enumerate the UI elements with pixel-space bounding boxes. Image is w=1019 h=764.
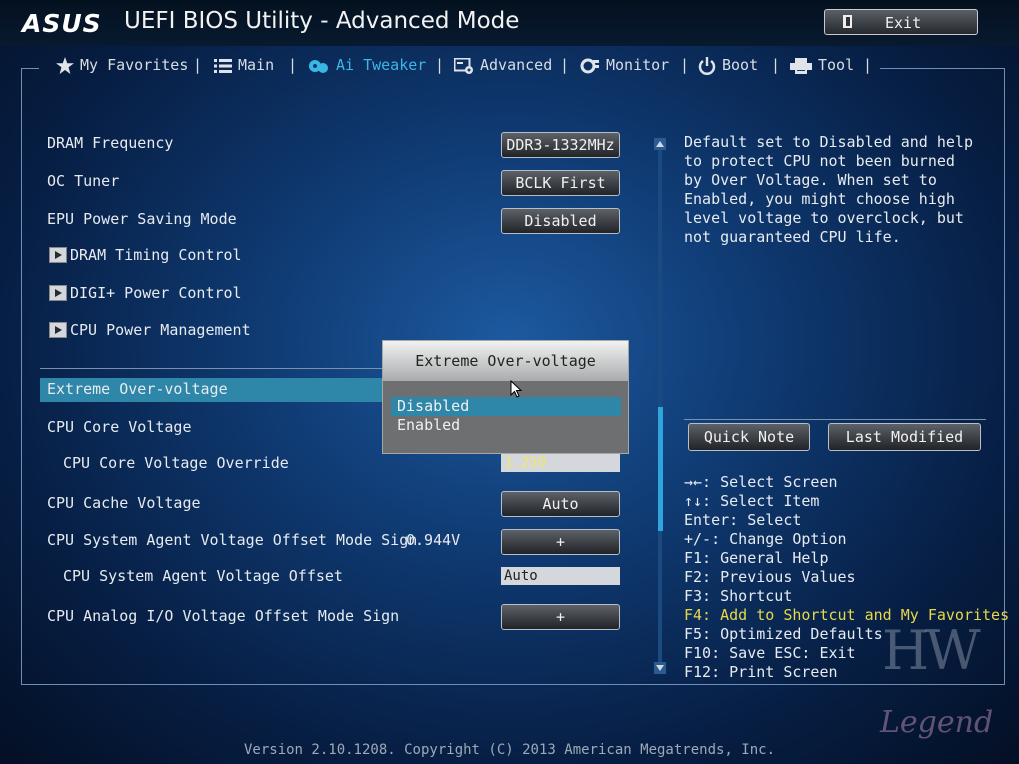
cpu-power-management-link[interactable]: CPU Power Management <box>70 321 251 339</box>
dram-frequency-button[interactable]: DDR3-1332MHz <box>501 132 620 158</box>
dram-timing-link[interactable]: DRAM Timing Control <box>70 246 242 264</box>
frame-edge <box>880 68 1005 69</box>
exit-label: Exit <box>885 14 922 32</box>
cpu-cache-voltage-label: CPU Cache Voltage <box>47 494 201 512</box>
watermark-logo: HW Legend <box>876 619 1004 755</box>
dram-frequency-label: DRAM Frequency <box>47 134 174 152</box>
tab-separator: | <box>193 56 203 74</box>
asus-logo: ASUS <box>22 9 102 38</box>
sa-offset-label: CPU System Agent Voltage Offset <box>63 567 343 585</box>
cpu-core-voltage-override-label: CPU Core Voltage Override <box>63 454 289 472</box>
submenu-arrow-icon <box>49 285 67 301</box>
version-footer: Version 2.10.1208. Copyright (C) 2013 Am… <box>243 742 775 758</box>
tab-boot[interactable]: Boot <box>698 56 758 75</box>
key-hint: F2: Previous Values <box>684 568 856 586</box>
tab-label: My Favorites <box>80 56 189 74</box>
scroll-up-icon[interactable] <box>654 138 666 150</box>
tab-label: Tool <box>818 56 855 74</box>
digi-power-link[interactable]: DIGI+ Power Control <box>70 284 242 302</box>
tab-separator: | <box>771 56 781 74</box>
help-description: Default set to Disabled and help to prot… <box>684 133 973 246</box>
printer-icon <box>790 57 812 74</box>
tab-separator: | <box>863 56 873 74</box>
watermark-hw: HW <box>882 619 981 682</box>
sa-offset-sign-button[interactable]: + <box>501 529 620 555</box>
list-icon <box>214 58 232 73</box>
right-divider <box>684 419 986 420</box>
exit-button[interactable]: Exit <box>824 9 978 35</box>
monitor-icon <box>580 58 599 73</box>
submenu-arrow-icon <box>49 247 67 263</box>
tab-separator: | <box>680 56 690 74</box>
frame-edge <box>21 68 39 69</box>
cpu-core-voltage-label: CPU Core Voltage <box>47 418 192 436</box>
popup-title: Extreme Over-voltage <box>383 341 628 381</box>
quick-note-button[interactable]: Quick Note <box>688 423 810 451</box>
title-bar: ASUS UEFI BIOS Utility - Advanced Mode E… <box>0 0 1019 46</box>
tab-separator: | <box>435 56 445 74</box>
tab-label: Main <box>238 56 275 74</box>
tweaker-icon <box>309 59 328 73</box>
popup-option-enabled[interactable]: Enabled <box>391 416 621 435</box>
scrollbar-thumb[interactable] <box>658 407 663 531</box>
key-hint: Enter: Select <box>684 511 802 529</box>
exit-icon <box>843 15 852 28</box>
power-icon <box>698 56 716 75</box>
last-modified-button[interactable]: Last Modified <box>828 423 981 451</box>
cpu-cache-voltage-button[interactable]: Auto <box>501 491 620 517</box>
mouse-cursor-icon <box>510 380 522 398</box>
analog-io-sign-label: CPU Analog I/O Voltage Offset Mode Sign <box>47 607 400 625</box>
tab-label: Advanced <box>480 56 553 74</box>
oc-tuner-label: OC Tuner <box>47 172 120 190</box>
tab-separator: | <box>288 56 298 74</box>
key-hint: F1: General Help <box>684 549 829 567</box>
sa-offset-sign-label: CPU System Agent Voltage Offset Mode Sig… <box>47 531 418 549</box>
scroll-down-icon[interactable] <box>654 662 666 674</box>
tab-label: Monitor <box>606 56 670 74</box>
sa-voltage-reading: 0.944V <box>406 531 461 549</box>
key-hint: →←: Select Screen <box>684 473 838 491</box>
extreme-over-voltage-item[interactable]: Extreme Over-voltage <box>47 380 228 398</box>
watermark-legend: Legend <box>880 705 994 740</box>
tab-monitor[interactable]: Monitor <box>580 56 669 74</box>
star-icon <box>56 57 74 74</box>
tab-my-favorites[interactable]: My Favorites <box>56 56 188 74</box>
analog-io-sign-button[interactable]: + <box>501 604 620 630</box>
popup-option-disabled[interactable]: Disabled <box>391 397 621 416</box>
tab-main[interactable]: Main <box>214 56 274 74</box>
tab-label: Boot <box>722 56 759 74</box>
submenu-arrow-icon <box>49 322 67 338</box>
tab-label: Ai Tweaker <box>336 56 427 74</box>
key-hint: F3: Shortcut <box>684 587 793 605</box>
advanced-icon <box>454 57 473 74</box>
oc-tuner-button[interactable]: BCLK First <box>501 170 620 196</box>
cpu-core-voltage-override-field[interactable]: 1.250 <box>501 454 620 472</box>
key-hint: +/-: Change Option <box>684 530 847 548</box>
app-title: UEFI BIOS Utility - Advanced Mode <box>124 8 520 34</box>
tab-tool[interactable]: Tool <box>790 56 854 74</box>
tab-advanced[interactable]: Advanced <box>454 56 552 74</box>
epu-button[interactable]: Disabled <box>501 208 620 234</box>
epu-label: EPU Power Saving Mode <box>47 210 237 228</box>
sa-offset-field[interactable]: Auto <box>501 567 620 585</box>
tab-ai-tweaker[interactable]: Ai Tweaker <box>308 56 426 74</box>
key-hint: ↑↓: Select Item <box>684 492 820 510</box>
tab-separator: | <box>560 56 570 74</box>
option-popup: Extreme Over-voltage Disabled Enabled <box>382 340 629 454</box>
